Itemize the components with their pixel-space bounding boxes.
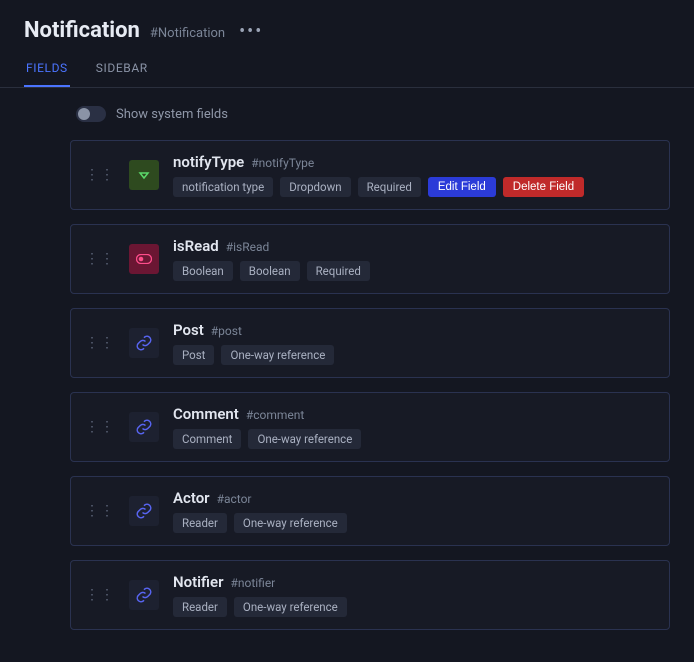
toggle-knob (78, 108, 90, 120)
field-name: Actor (173, 489, 210, 507)
fields-list: ⋮⋮ notifyType #notifyType notification type… (70, 140, 670, 630)
field-badge: Required (307, 261, 370, 281)
more-options-button[interactable]: ••• (239, 23, 263, 41)
field-slug: #notifier (230, 576, 275, 590)
field-card[interactable]: ⋮⋮ Comment #comment Comment One-way referenc… (70, 392, 670, 462)
field-body: isRead #isRead Boolean Boolean Required (173, 237, 655, 281)
dropdown-icon (129, 160, 159, 190)
field-card[interactable]: ⋮⋮ Post #post Post One-way reference (70, 308, 670, 378)
badge-row: notification type Dropdown Required Edit Fi… (173, 177, 655, 197)
link-icon (129, 580, 159, 610)
field-name: notifyType (173, 153, 244, 171)
field-slug: #comment (246, 408, 304, 422)
show-system-fields-label: Show system fields (116, 107, 228, 122)
field-name: Notifier (173, 573, 223, 591)
drag-handle[interactable]: ⋮⋮ (85, 336, 115, 350)
field-badge: Comment (173, 429, 241, 449)
field-slug: #notifyType (251, 156, 314, 170)
field-card[interactable]: ⋮⋮ Actor #actor Reader One-way reference (70, 476, 670, 546)
edit-field-button[interactable]: Edit Field (428, 177, 496, 197)
field-badge: One-way reference (234, 513, 347, 533)
drag-handle[interactable]: ⋮⋮ (85, 504, 115, 518)
field-badge: notification type (173, 177, 273, 197)
drag-handle[interactable]: ⋮⋮ (85, 252, 115, 266)
tab-fields[interactable]: FIELDS (24, 51, 70, 87)
tab-sidebar[interactable]: SIDEBAR (94, 51, 150, 87)
field-card[interactable]: ⋮⋮ notifyType #notifyType notification type… (70, 140, 670, 210)
field-badge: Required (358, 177, 421, 197)
tab-bar: FIELDS SIDEBAR (0, 51, 694, 88)
field-badge: Reader (173, 513, 227, 533)
show-system-fields-toggle[interactable] (76, 106, 106, 122)
field-badge: Dropdown (280, 177, 350, 197)
field-slug: #actor (217, 492, 252, 506)
link-icon (129, 328, 159, 358)
field-slug: #isRead (226, 240, 270, 254)
badge-row: Post One-way reference (173, 345, 655, 365)
delete-field-button[interactable]: Delete Field (503, 177, 584, 197)
field-badge: One-way reference (221, 345, 334, 365)
field-badge: Reader (173, 597, 227, 617)
field-name: Post (173, 321, 204, 339)
page-title: Notification (24, 18, 140, 43)
field-body: Actor #actor Reader One-way reference (173, 489, 655, 533)
field-name: Comment (173, 405, 239, 423)
field-badge: Post (173, 345, 214, 365)
field-body: Comment #comment Comment One-way reference (173, 405, 655, 449)
badge-row: Boolean Boolean Required (173, 261, 655, 281)
field-card[interactable]: ⋮⋮ isRead #isRead Boolean Boolean Required (70, 224, 670, 294)
field-slug: #post (211, 324, 242, 338)
field-name: isRead (173, 237, 219, 255)
link-icon (129, 496, 159, 526)
field-card[interactable]: ⋮⋮Notifier#notifierReaderOne-way referen… (70, 560, 670, 630)
drag-handle[interactable]: ⋮⋮ (85, 168, 115, 182)
field-body: notifyType #notifyType notification type Dr… (173, 153, 655, 197)
field-badge: One-way reference (234, 597, 347, 617)
drag-handle[interactable]: ⋮⋮ (85, 420, 115, 434)
field-badge: One-way reference (248, 429, 361, 449)
field-badge: Boolean (240, 261, 300, 281)
page-slug: #Notification (150, 26, 225, 41)
badge-row: Comment One-way reference (173, 429, 655, 449)
boolean-icon (129, 244, 159, 274)
field-body: Notifier #notifierReader One-way reference (173, 573, 655, 617)
link-icon (129, 412, 159, 442)
field-badge: Boolean (173, 261, 233, 281)
badge-row: Reader One-way reference (173, 513, 655, 533)
badge-row: Reader One-way reference (173, 597, 655, 617)
field-body: Post #post Post One-way reference (173, 321, 655, 365)
